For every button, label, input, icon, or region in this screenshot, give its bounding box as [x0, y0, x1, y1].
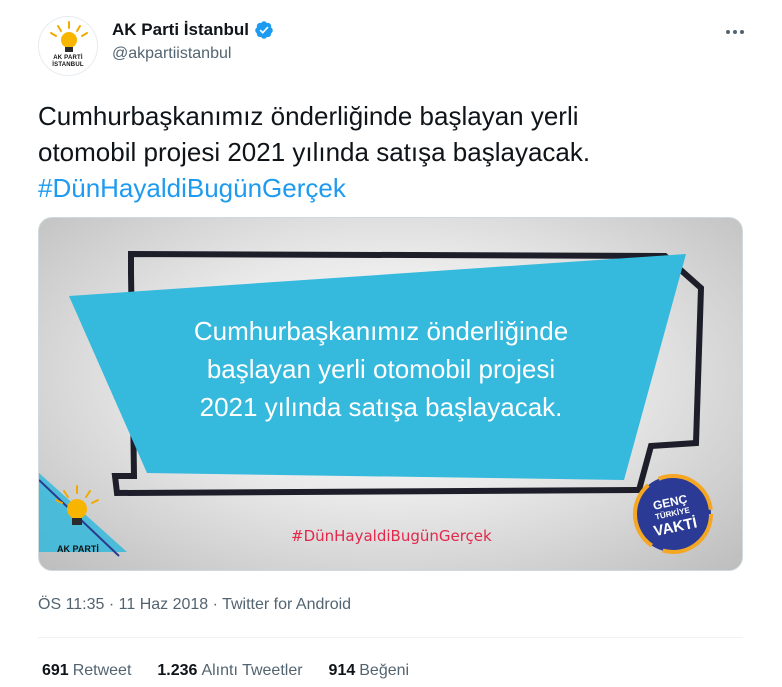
media-logo-text: AK PARTİ — [57, 544, 99, 554]
user-info: AK Parti İstanbul @akpartiistanbul — [112, 20, 274, 63]
media-hashtag: #DünHayaldiBugünGerçek — [291, 527, 492, 545]
more-options-button[interactable] — [721, 18, 749, 46]
genc-turkiye-vakti-badge: GENÇ TÜRKİYE VAKTİ — [651, 491, 699, 541]
hashtag-link[interactable]: #DünHayaldiBugünGerçek — [38, 170, 738, 206]
verified-badge-icon — [255, 21, 273, 39]
tweet-media-image[interactable]: Cumhurbaşkanımız önderliğinde başlayan y… — [38, 217, 743, 571]
likes-stat[interactable]: 914 Beğeni — [329, 662, 410, 680]
profile-avatar[interactable]: AK PARTİ İSTANBUL — [38, 16, 98, 76]
tweet-timestamp-source[interactable]: ÖS 11:35 · 11 Haz 2018 · Twitter for And… — [38, 596, 351, 614]
media-caption: Cumhurbaşkanımız önderliğinde başlayan y… — [193, 316, 569, 422]
display-name[interactable]: AK Parti İstanbul — [112, 20, 249, 40]
quote-tweets-stat[interactable]: 1.236 Alıntı Tweetler — [157, 662, 302, 680]
avatar-logo-text: AK PARTİ İSTANBUL — [52, 55, 84, 68]
tweet-text: Cumhurbaşkanımız önderliğinde başlayan y… — [38, 98, 738, 206]
retweets-stat[interactable]: 691 Retweet — [42, 662, 131, 680]
tweet-text-line: otomobil projesi 2021 yılında satışa baş… — [38, 137, 591, 167]
more-horizontal-icon — [726, 30, 730, 34]
engagement-stats: 691 Retweet 1.236 Alıntı Tweetler 914 Beğen… — [42, 662, 409, 680]
tweet-card: AK PARTİ İSTANBUL AK Parti İstanbul @akp… — [0, 0, 782, 687]
tweet-text-line: Cumhurbaşkanımız önderliğinde başlayan y… — [38, 101, 579, 131]
divider — [38, 637, 743, 638]
user-handle[interactable]: @akpartiistanbul — [112, 45, 274, 63]
